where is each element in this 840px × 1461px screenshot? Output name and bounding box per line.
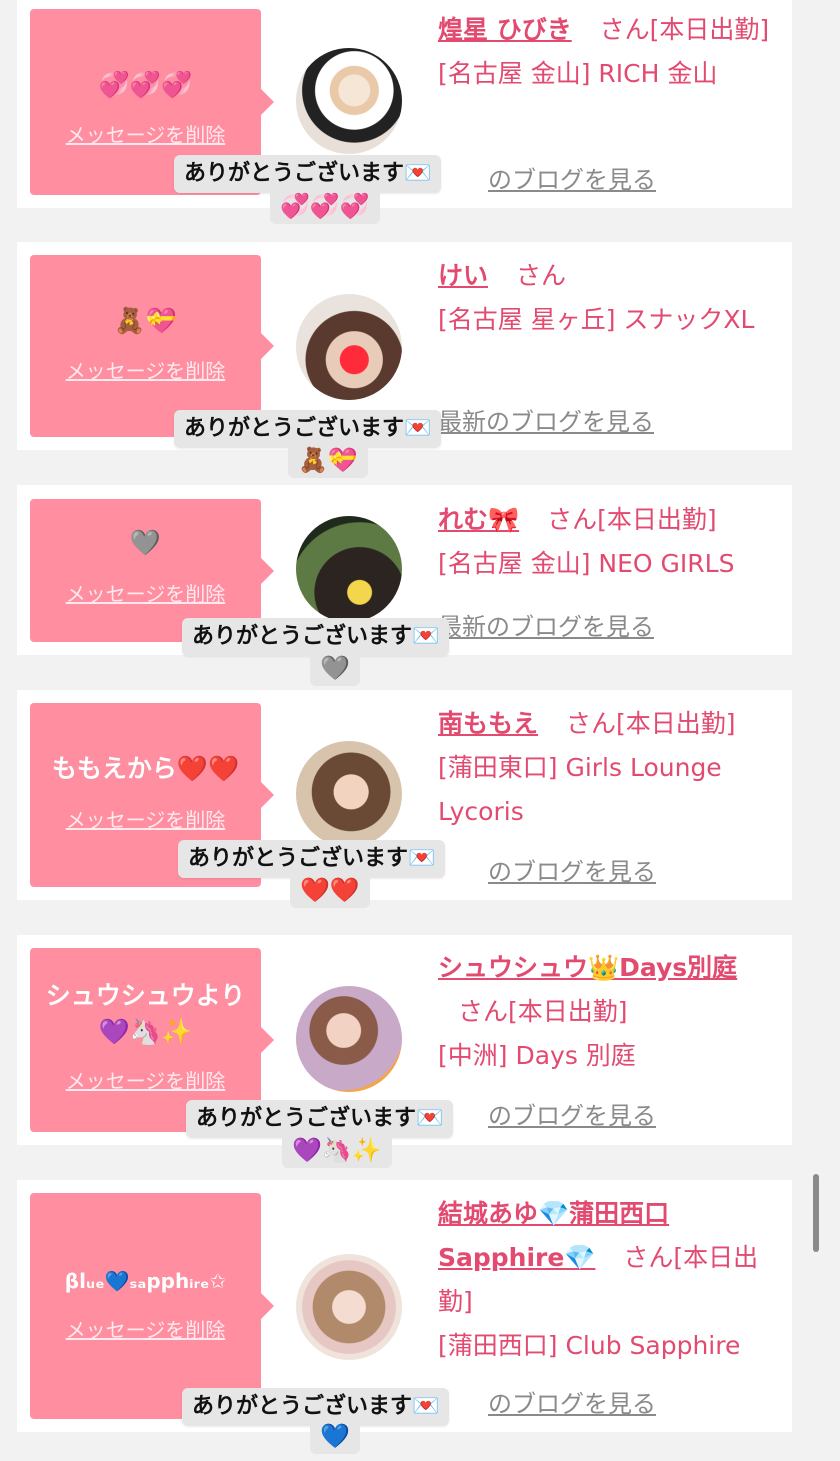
message-text: 🩶: [129, 528, 162, 557]
avatar[interactable]: [296, 1254, 402, 1360]
delete-message-link[interactable]: メッセージを削除: [30, 358, 261, 384]
blog-prefix: 最新: [438, 408, 486, 436]
view-blog-link[interactable]: のブログを見る: [438, 160, 656, 195]
cast-status: さん[本日出勤]: [599, 15, 770, 44]
shop-name: [名古屋 星ヶ丘] スナックXL: [438, 305, 755, 334]
toast-emoji: 🩶: [310, 650, 360, 686]
view-blog-label: のブログを見る: [486, 613, 654, 641]
message-bubble: βlᵤₑ💙ₛₐpphᵢᵣₑ✩ メッセージを削除: [30, 1193, 274, 1419]
cast-status: さん: [515, 261, 566, 290]
view-blog-label: のブログを見る: [486, 408, 654, 436]
avatar[interactable]: [296, 741, 402, 847]
toast-emoji: 🧸💝: [288, 442, 368, 478]
message-text: βlᵤₑ💙ₛₐpphᵢᵣₑ✩: [64, 1269, 227, 1293]
cast-info: 煌星 ひびき さん[本日出勤] [名古屋 金山] RICH 金山: [438, 8, 776, 96]
delete-message-link[interactable]: メッセージを削除: [30, 1068, 261, 1094]
view-blog-link[interactable]: 最新のブログを見る: [438, 402, 654, 437]
cast-status: さん[本日出勤]: [547, 505, 717, 534]
delete-message-link[interactable]: メッセージを削除: [30, 807, 261, 833]
message-text: シュウシュウより💜🦄✨: [45, 981, 246, 1046]
message-text: 💞💞💞: [98, 70, 193, 99]
message-text: 🧸💝: [114, 306, 177, 335]
avatar[interactable]: [296, 516, 402, 622]
delete-message-link[interactable]: メッセージを削除: [30, 122, 261, 148]
cast-status: さん[本日出勤]: [565, 709, 736, 738]
shop-name: [蒲田西口] Club Sapphire: [438, 1331, 741, 1360]
cast-info: れむ🎀 さん[本日出勤] [名古屋 金山] NEO GIRLS: [438, 498, 776, 586]
view-blog-label: のブログを見る: [488, 1102, 656, 1130]
avatar[interactable]: [296, 986, 402, 1092]
cast-name-link[interactable]: 煌星 ひびき: [438, 15, 572, 44]
shop-name: [中洲] Days 別庭: [438, 1041, 636, 1070]
cast-name-link[interactable]: れむ🎀: [438, 505, 519, 534]
view-blog-link[interactable]: のブログを見る: [438, 1384, 656, 1419]
delete-message-link[interactable]: メッセージを削除: [30, 581, 261, 607]
avatar[interactable]: [296, 294, 402, 400]
delete-message-link[interactable]: メッセージを削除: [30, 1317, 261, 1343]
shop-name: [名古屋 金山] RICH 金山: [438, 59, 718, 88]
view-blog-link[interactable]: 最新のブログを見る: [438, 607, 654, 642]
view-blog-link[interactable]: のブログを見る: [438, 1096, 656, 1131]
view-blog-label: のブログを見る: [488, 1390, 656, 1418]
cast-name-link[interactable]: シュウシュウ👑Days別庭: [438, 953, 737, 982]
view-blog-label: のブログを見る: [488, 858, 656, 886]
toast-emoji: ❤️❤️: [290, 872, 370, 908]
cast-name-link[interactable]: 南ももえ: [438, 709, 538, 738]
toast-emoji: 💞💞💞: [270, 188, 380, 224]
cast-info: シュウシュウ👑Days別庭 さん[本日出勤] [中洲] Days 別庭: [438, 946, 776, 1078]
shop-name: [蒲田東口] Girls Lounge Lycoris: [438, 753, 722, 826]
toast-emoji: 💙: [310, 1418, 360, 1454]
shop-name: [名古屋 金山] NEO GIRLS: [438, 549, 735, 578]
avatar[interactable]: [296, 48, 402, 154]
message-text: ももえから❤️❤️: [51, 754, 240, 783]
cast-info: 南ももえ さん[本日出勤] [蒲田東口] Girls Lounge Lycori…: [438, 702, 776, 834]
view-blog-label: のブログを見る: [488, 166, 656, 194]
scrollbar[interactable]: [813, 1174, 819, 1252]
toast-emoji: 💜🦄✨: [282, 1132, 392, 1168]
cast-info: 結城あゆ💎蒲田西口Sapphire💎 さん[本日出勤] [蒲田西口] Club …: [438, 1192, 776, 1368]
cast-status: さん[本日出勤]: [458, 997, 628, 1026]
cast-name-link[interactable]: けい: [438, 261, 488, 290]
cast-info: けい さん [名古屋 星ヶ丘] スナックXL: [438, 254, 776, 342]
view-blog-link[interactable]: のブログを見る: [438, 852, 656, 887]
